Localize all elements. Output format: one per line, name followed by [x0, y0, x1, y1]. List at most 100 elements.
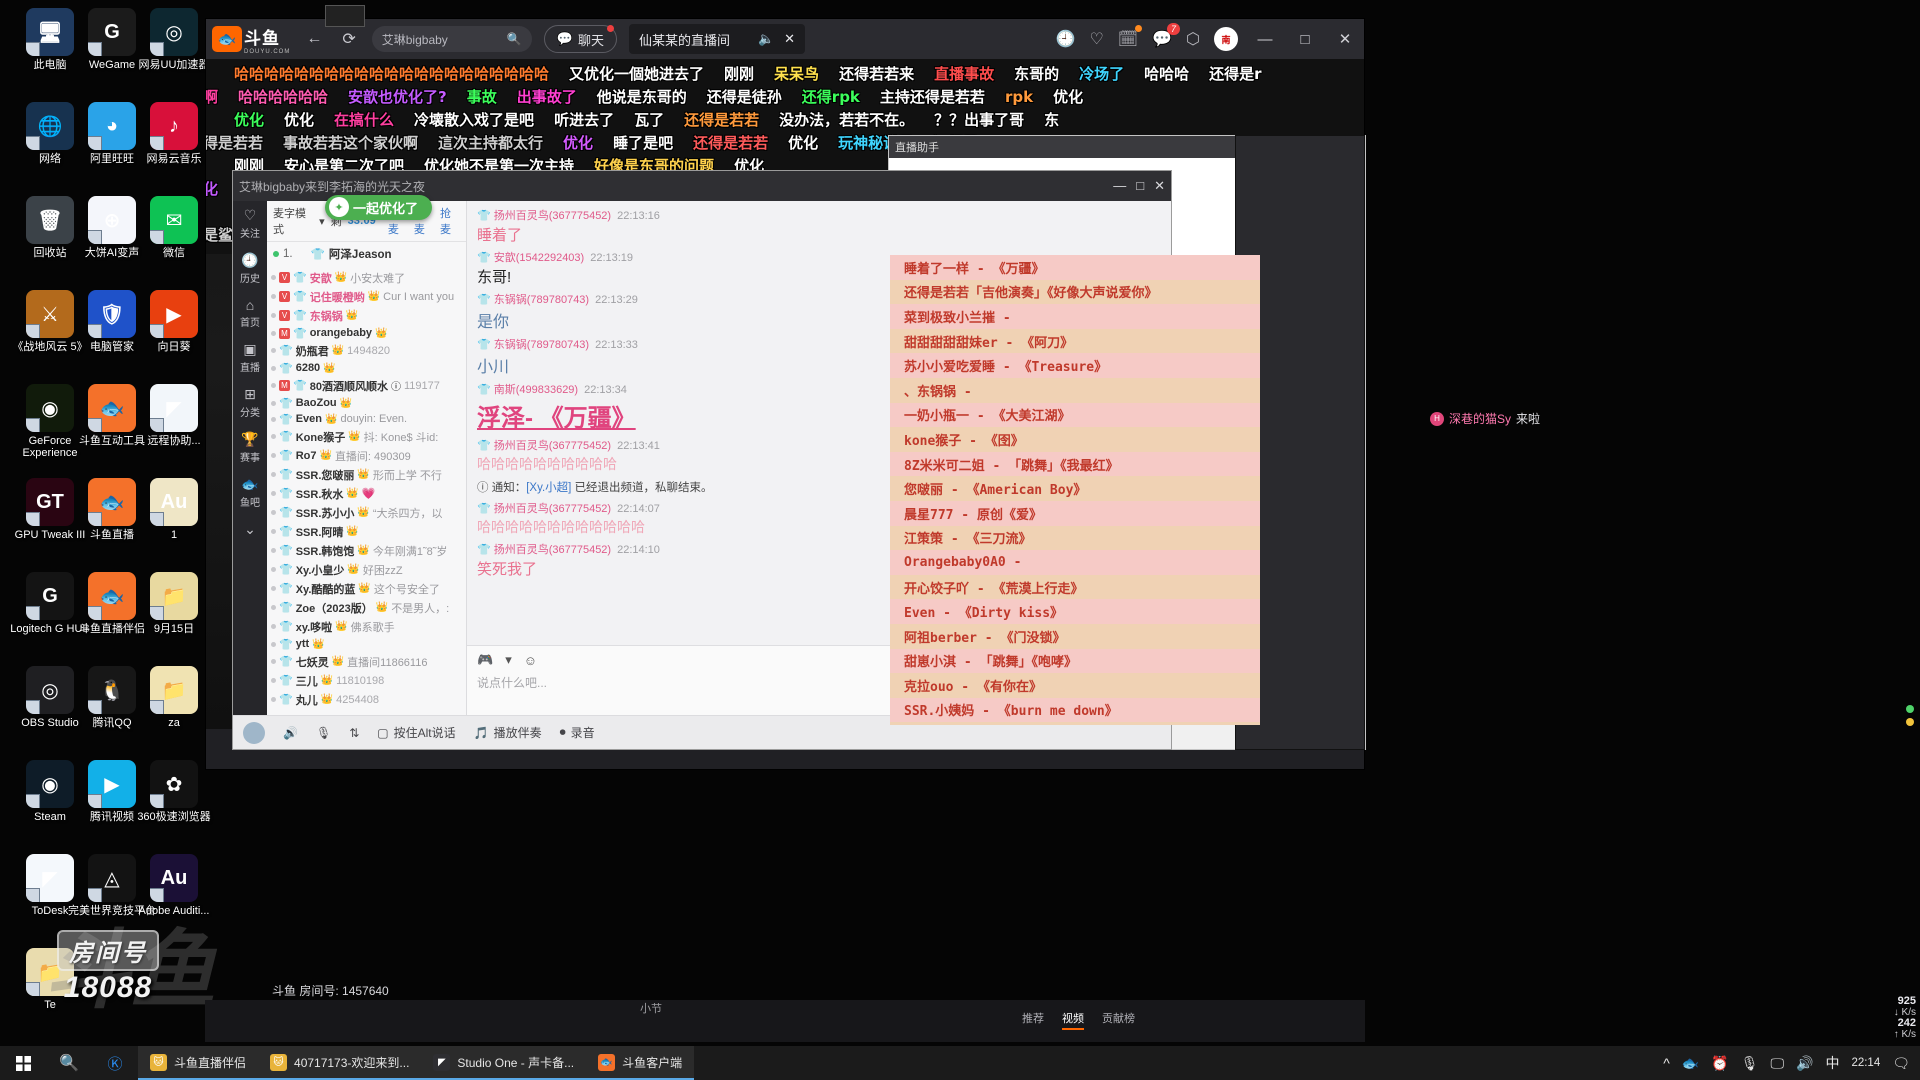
yy-sidebar[interactable]: ♡ 关注 🕘 历史 ⌂ 首页 ▣ 直播 ⊞ 分类 🏆 赛事 🐟 鱼吧 ⌄	[233, 201, 267, 715]
clock-tray-icon[interactable]: ⏰	[1711, 1055, 1728, 1072]
history-icon[interactable]: 🕘	[1056, 29, 1076, 49]
song-queue-item[interactable]: 还得是若若「吉他演奏」《好像大声说爱你》	[890, 279, 1260, 305]
screen-button[interactable]: ▢ 按住Alt说话	[377, 724, 455, 741]
douyu-lower-tabs[interactable]: 推荐 视频 贡献榜	[1022, 1010, 1135, 1030]
mic-grab-button[interactable]: 抢麦	[440, 205, 460, 237]
microphone-icon[interactable]: 🎙	[1741, 1055, 1759, 1072]
desktop-icon[interactable]: Au Adobe Auditi...	[128, 854, 220, 940]
list-item[interactable]: 👕 Ro7 👑 直播间: 490309	[267, 446, 466, 465]
list-item[interactable]: V 👕 安歆 👑 小安太难了	[267, 268, 466, 287]
song-queue-item[interactable]: 甜崽小淇 - 「跳舞」《咆哮》	[890, 648, 1260, 674]
settings-icon[interactable]: ⬡	[1186, 29, 1200, 49]
windows-icon[interactable]	[0, 1046, 46, 1080]
chevron-down-icon[interactable]: ▾	[505, 652, 512, 668]
volume-button[interactable]: 🔊	[283, 726, 298, 740]
song-queue-item[interactable]: 江策策 - 《三刀流》	[890, 525, 1260, 551]
sidebar-item-home[interactable]: ⌂ 首页	[240, 297, 260, 329]
avatar[interactable]: 南	[1214, 27, 1238, 51]
user-list-panel[interactable]: 麦字模式 ▾ 剩 33:09 控麦 禁麦 抢麦 1.👕阿泽Jeason V👕安歆…	[267, 201, 467, 715]
taskbar-pinned-k[interactable]: Ⓚ	[92, 1046, 138, 1080]
display-icon[interactable]: 🖵	[1771, 1055, 1785, 1072]
desktop-icon[interactable]: ✿ 360极速浏览器	[128, 760, 220, 846]
volume-icon[interactable]: 🔊	[1796, 1055, 1813, 1072]
douyu-lower-tab[interactable]: 贡献榜	[1102, 1010, 1135, 1030]
close-button[interactable]: ✕	[1154, 178, 1165, 194]
list-item[interactable]: 👕 xy.哆啦 👑 佛系歌手	[267, 617, 466, 636]
song-queue-item[interactable]: 晨星777 - 原创《爱》	[890, 500, 1260, 526]
list-item[interactable]: 👕 七妖灵 👑 直播间11866116	[267, 652, 466, 671]
list-item[interactable]: 👕 SSR.您啵丽 👑 形而上学 不行	[267, 465, 466, 484]
sidebar-item-live[interactable]: ▣ 直播	[240, 341, 260, 374]
list-item[interactable]: 👕 SSR.苏小小 👑 “大杀四方，以	[267, 503, 466, 522]
taskbar-app-buttons[interactable]: 🐱 斗鱼直播伴侣 🐱 40717173-欢迎来到... ◤ Studio One - 声卡…	[138, 1046, 695, 1080]
refresh-icon[interactable]: ⟳	[338, 29, 359, 49]
list-item[interactable]: M 👕 80酒酒顺风顺水 ⓘ 119177	[267, 376, 466, 395]
sidebar-item-chevron-down[interactable]: ⌄	[244, 521, 256, 539]
list-item[interactable]: V 👕 记住暖橙哟 👑 Cur I want you	[267, 287, 466, 306]
game-controller-icon[interactable]: 🎮	[477, 652, 493, 668]
list-item[interactable]: 👕 6280 👑	[267, 360, 466, 376]
song-queue-item[interactable]: 阿祖berber - 《门没锁》	[890, 623, 1260, 649]
taskbar[interactable]: 🔍 Ⓚ 🐱 斗鱼直播伴侣 🐱 40717173-欢迎来到... ◤ Studio One …	[0, 1046, 1920, 1080]
eq-button[interactable]: ⇅	[349, 726, 359, 740]
song-queue-item[interactable]: 8Z米米可二姐 - 「跳舞」《我最红》	[890, 451, 1260, 477]
sidebar-item-history[interactable]: 🕘 历史	[240, 252, 260, 285]
maximize-button[interactable]: □	[1136, 178, 1144, 194]
sidebar-item-heart[interactable]: ♡ 关注	[240, 207, 260, 240]
song-queue-item[interactable]: 甜甜甜甜甜妹er - 《阿刀》	[890, 328, 1260, 354]
user-list[interactable]: V 👕 安歆 👑 小安太难了 V 👕 记住暖橙哟 👑 Cur I want you V 👕 东锅锅 👑 M 👕…	[267, 266, 466, 715]
song-queue-list[interactable]: 睡着了一样 - 《万疆》 还得是若若「吉他演奏」《好像大声说爱你》 菜到极致小兰摧 …	[890, 255, 1260, 725]
notification-icon[interactable]: 🗨	[1892, 1055, 1910, 1072]
song-queue-item[interactable]: kone猴子 - 《囹》	[890, 427, 1260, 452]
yy-window-controls[interactable]: — □ ✕	[1113, 178, 1165, 194]
douyu-lower-tab[interactable]: 推荐	[1022, 1010, 1044, 1030]
emoji-icon[interactable]: ☺	[524, 653, 537, 668]
list-item[interactable]: 👕 ytt 👑	[267, 636, 466, 652]
list-item[interactable]: 👕 Zoe（2023版） 👑 不是男人，:	[267, 598, 466, 617]
list-item[interactable]: 👕 Xy.小皇少 👑 好困zzZ	[267, 560, 466, 579]
song-queue-item[interactable]: 20岁天才歌手Running -	[890, 722, 1260, 725]
list-item[interactable]: 👕 Xy.酷酷的蓝 👑 这个号安全了	[267, 579, 466, 598]
taskbar-app-button[interactable]: 🐱 40717173-欢迎来到...	[258, 1046, 422, 1080]
song-queue-item[interactable]: 您啵丽 - 《American Boy》	[890, 476, 1260, 501]
list-item[interactable]: M 👕 orangebaby 👑	[267, 325, 466, 341]
list-item[interactable]: 👕 奶瓶君 👑 1494820	[267, 341, 466, 360]
chevron-down-icon[interactable]: ▾	[319, 215, 325, 228]
douyu-lower-tab[interactable]: 视频	[1062, 1010, 1084, 1030]
volume-icon[interactable]: 🔈	[758, 31, 774, 47]
chevron-up-icon[interactable]: ^	[1663, 1055, 1670, 1071]
close-icon[interactable]: ✕	[784, 31, 795, 47]
mic-mode-label[interactable]: 麦字模式	[273, 205, 313, 237]
avatar[interactable]	[243, 721, 265, 744]
list-item[interactable]: 👕 BaoZou 👑	[267, 395, 466, 411]
list-item[interactable]: V 👕 东锅锅 👑	[267, 306, 466, 325]
mic-button[interactable]: 🎙	[316, 726, 331, 740]
system-tray[interactable]: ^ 🐟 ⏰ 🎙 🖵 🔊 中 22:14 🗨	[1663, 1053, 1920, 1073]
list-item[interactable]: 👕 丸儿 👑 4254408	[267, 690, 466, 709]
minimize-button[interactable]: —	[1252, 31, 1278, 48]
clock[interactable]: 22:14	[1851, 1057, 1880, 1070]
song-queue-item[interactable]: 苏小小爱吃爱睡 - 《Treasure》	[890, 353, 1260, 378]
song-queue-item[interactable]: 睡着了一样 - 《万疆》	[890, 255, 1260, 280]
record-button[interactable]: ⏺ 录音	[560, 724, 595, 741]
optimize-pill-button[interactable]: ✦ 一起优化了	[325, 195, 433, 220]
search-input[interactable]: 艾琳bigbaby 🔍	[371, 26, 532, 52]
close-button[interactable]: ✕	[1332, 30, 1358, 48]
list-item[interactable]: 👕 三儿 👑 11810198	[267, 671, 466, 690]
song-queue-item[interactable]: 菜到极致小兰摧 -	[890, 304, 1260, 329]
sidebar-item-category[interactable]: ⊞ 分类	[240, 386, 260, 419]
list-item[interactable]: 👕 Even 👑 douyin: Even.	[267, 411, 466, 427]
minimize-button[interactable]: —	[1113, 178, 1126, 194]
taskbar-app-button[interactable]: 🐱 斗鱼直播伴侣	[138, 1046, 259, 1080]
mini-overlay-window[interactable]	[325, 5, 365, 27]
search-icon[interactable]: 🔍	[507, 32, 522, 46]
mic-queue-row[interactable]: 1. 👕 阿泽Jeason	[267, 242, 466, 266]
desktop-icon[interactable]: 📁 Te	[4, 948, 96, 1034]
list-item[interactable]: 👕 SSR.韩饱饱 👑 今年刚满1˜8˜岁	[267, 541, 466, 560]
tab-room[interactable]: 仙某某的直播间 🔈 ✕	[628, 24, 806, 54]
sidebar-item-fish[interactable]: 🐟 鱼吧	[240, 476, 260, 509]
list-item[interactable]: 👕 SSR.阿晴 👑	[267, 522, 466, 541]
song-queue-item[interactable]: Even - 《Dirty kiss》	[890, 599, 1260, 624]
message-icon[interactable]: 💬 7	[1152, 23, 1181, 49]
chat-button[interactable]: 💬 聊天	[543, 25, 617, 53]
